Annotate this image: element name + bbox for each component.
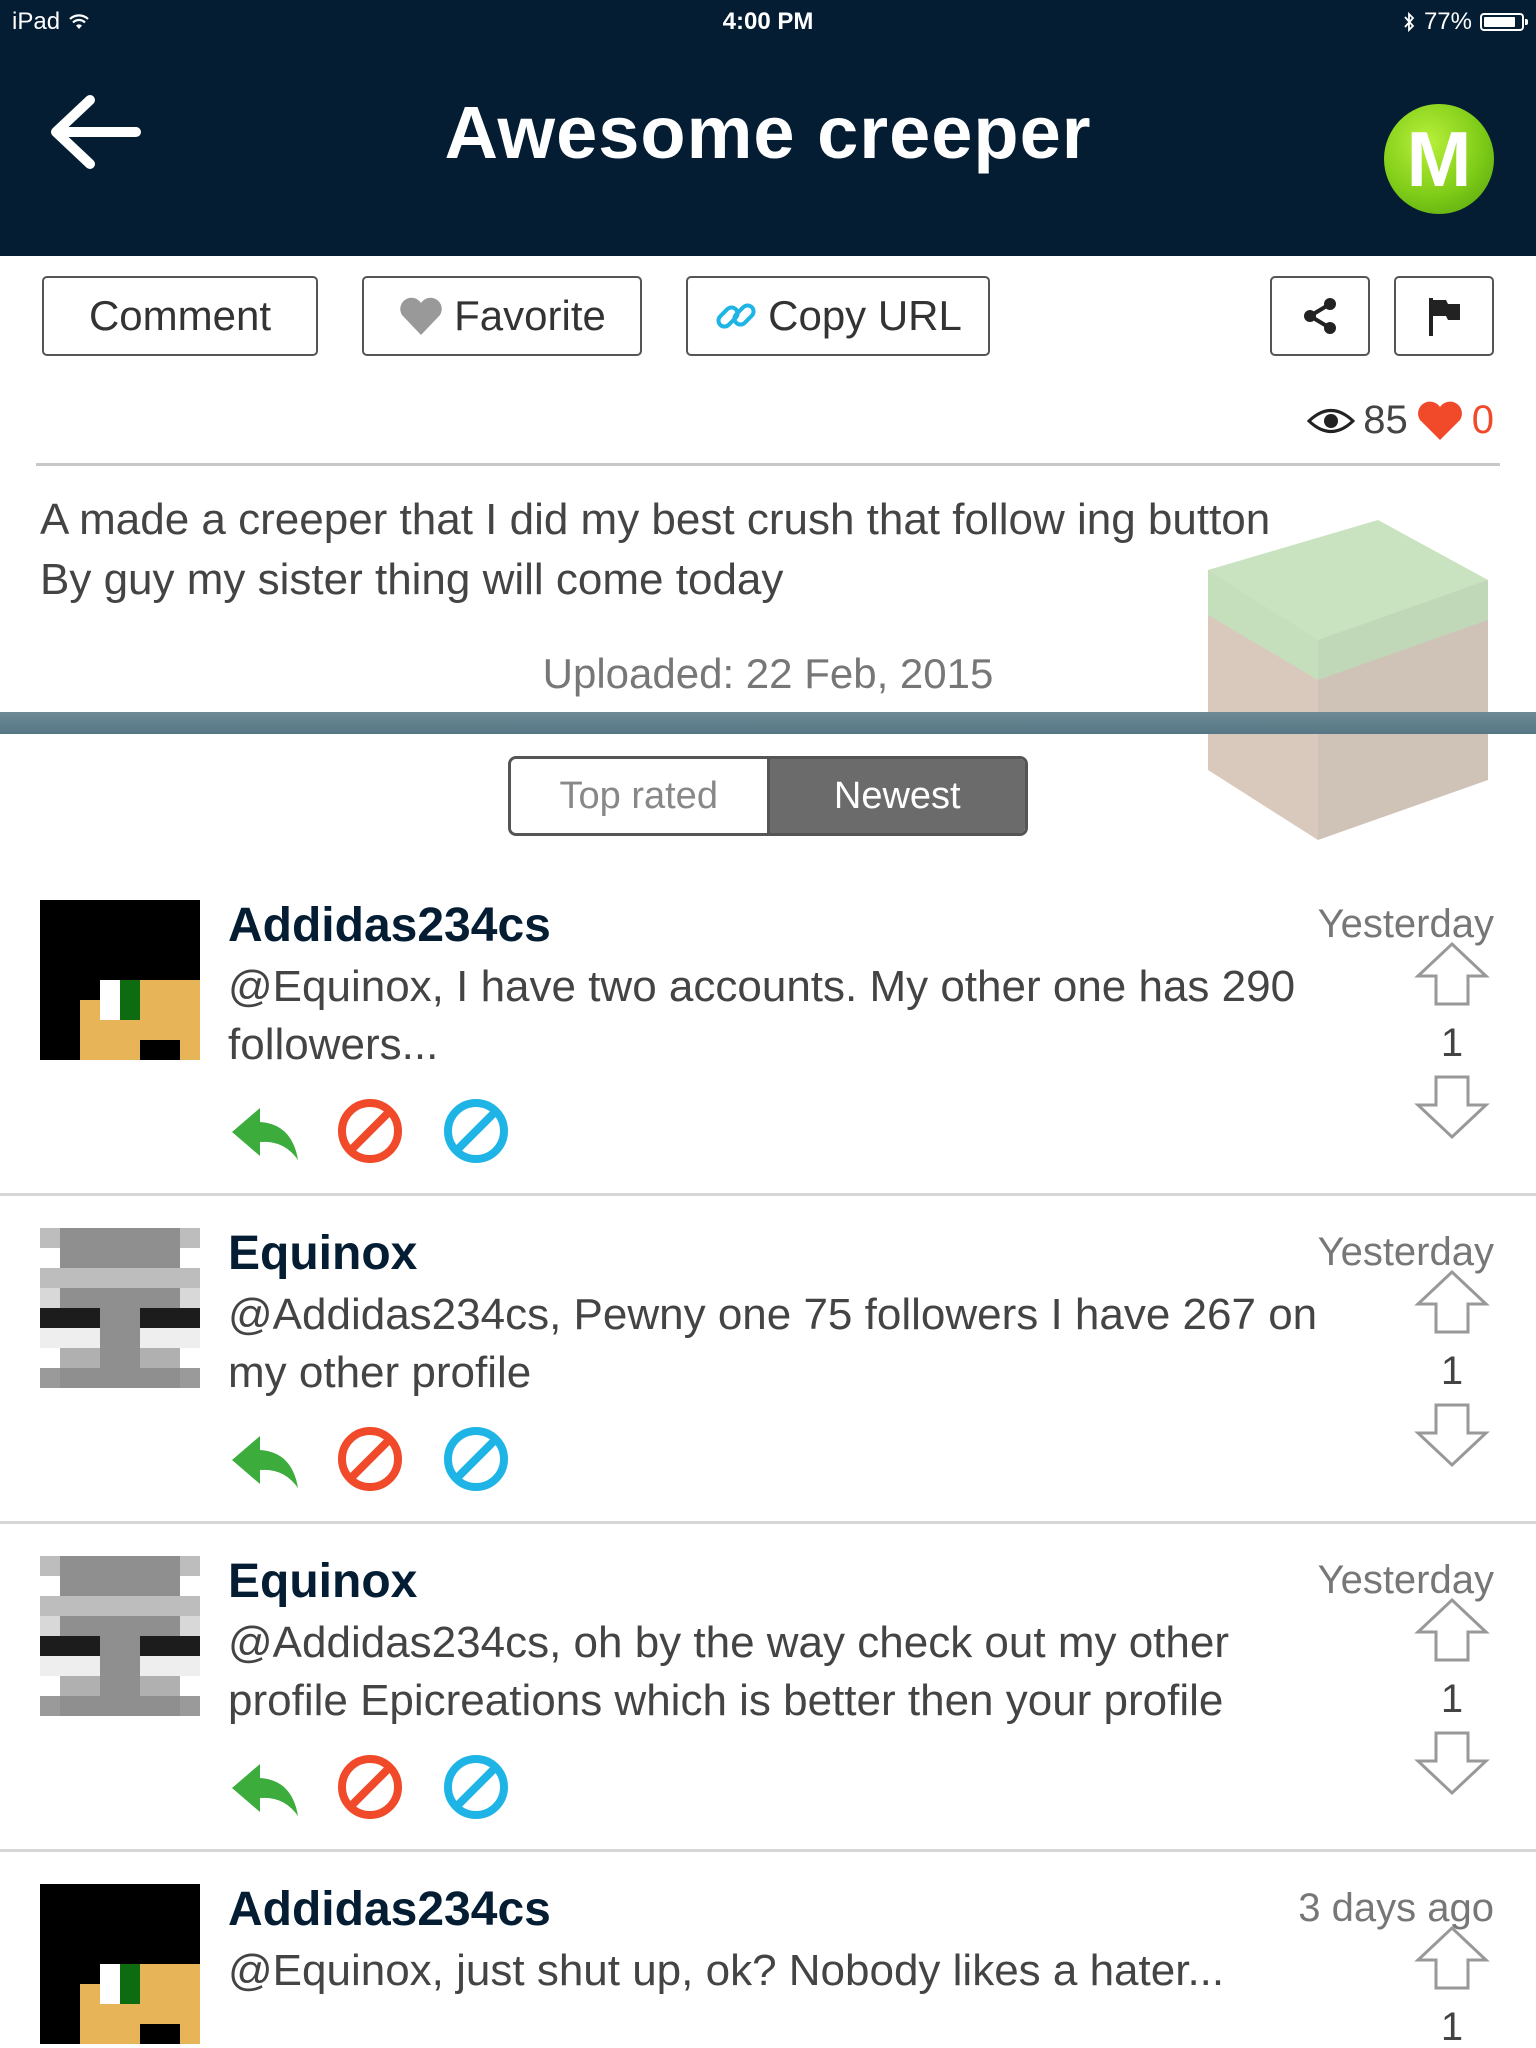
share-icon [1304, 298, 1336, 334]
vote-count: 1 [1440, 1677, 1464, 1721]
eye-icon [1307, 408, 1356, 433]
comment-text: @Addidas234cs, oh by the way check out m… [228, 1618, 1229, 1725]
creeper-avatar[interactable] [40, 1556, 200, 1716]
comment-item: Addidas234cs 3 days ago @Equinox, just s… [0, 1854, 1536, 2048]
comment-divider [0, 1521, 1536, 1524]
copy-url-button[interactable]: Copy URL [686, 276, 990, 356]
vote-count: 1 [1440, 1021, 1464, 1065]
divider [36, 463, 1500, 466]
tab-top-rated[interactable]: Top rated [511, 759, 770, 833]
comment-text: @Addidas234cs, Pewny one 75 followers I … [228, 1290, 1318, 1397]
app-logo[interactable]: M [1384, 104, 1494, 214]
downvote-icon[interactable] [1414, 1401, 1490, 1469]
sort-segmented-control: Top rated Newest [508, 756, 1028, 836]
downvote-icon[interactable] [1414, 1073, 1490, 1141]
skin-avatar[interactable] [40, 900, 200, 1060]
battery-icon [1480, 13, 1528, 31]
block-icon[interactable] [334, 1754, 406, 1820]
share-button[interactable] [1270, 276, 1370, 356]
comment-text: @Equinox, just shut up, ok? Nobody likes… [228, 1946, 1225, 1995]
comment-author[interactable]: Equinox [228, 1554, 417, 1609]
reply-icon[interactable] [228, 1426, 300, 1492]
upload-date: Uploaded: 22 Feb, 2015 [542, 650, 994, 697]
section-band [0, 712, 1536, 734]
status-bar: iPad 4:00 PM 77% [0, 0, 1536, 42]
favorite-button-label: Favorite [454, 292, 606, 339]
battery-percent: 77% [1423, 8, 1472, 35]
comment-author[interactable]: Addidas234cs [228, 898, 551, 953]
comment-author[interactable]: Addidas234cs [228, 1882, 551, 1937]
comment-item: Equinox Yesterday @Addidas234cs, Pewny o… [0, 1198, 1536, 1524]
bluetooth-icon [1404, 11, 1415, 33]
upvote-icon[interactable] [1414, 1924, 1490, 1992]
vote-count: 1 [1440, 1349, 1464, 1393]
flag-icon [1429, 298, 1460, 336]
comment-item: Addidas234cs Yesterday @Equinox, I have … [0, 870, 1536, 1196]
view-count: 85 [1363, 398, 1408, 442]
upvote-icon[interactable] [1414, 1596, 1490, 1664]
favorite-button[interactable]: Favorite [362, 276, 642, 356]
comment-text: @Equinox, I have two accounts. My other … [228, 962, 1296, 1069]
creeper-avatar[interactable] [40, 1228, 200, 1388]
tab-newest[interactable]: Newest [769, 759, 1025, 833]
clock: 4:00 PM [722, 8, 814, 35]
like-heart-icon [1417, 401, 1462, 440]
copy-url-button-label: Copy URL [768, 292, 962, 339]
flag-button[interactable] [1394, 276, 1494, 356]
upvote-icon[interactable] [1414, 1268, 1490, 1336]
post-stats: 85 0 [1307, 398, 1494, 443]
page-title: Awesome creeper [444, 91, 1092, 174]
comment-author[interactable]: Equinox [228, 1226, 417, 1281]
moderate-icon[interactable] [440, 1426, 512, 1492]
upvote-icon[interactable] [1414, 940, 1490, 1008]
block-icon[interactable] [334, 1098, 406, 1164]
reply-icon[interactable] [228, 1098, 300, 1164]
reply-icon[interactable] [228, 1754, 300, 1820]
comment-item: Equinox Yesterday @Addidas234cs, oh by t… [0, 1526, 1536, 1852]
block-icon[interactable] [334, 1426, 406, 1492]
link-icon [716, 303, 756, 329]
comment-divider [0, 1849, 1536, 1852]
heart-icon [400, 297, 442, 335]
comment-divider [0, 1193, 1536, 1196]
skin-avatar[interactable] [40, 1884, 200, 2044]
like-count: 0 [1471, 398, 1494, 442]
downvote-icon[interactable] [1414, 1729, 1490, 1797]
comment-button[interactable]: Comment [42, 276, 318, 356]
moderate-icon[interactable] [440, 1754, 512, 1820]
moderate-icon[interactable] [440, 1098, 512, 1164]
vote-count: 1 [1440, 2005, 1464, 2048]
comment-button-label: Comment [88, 292, 272, 339]
